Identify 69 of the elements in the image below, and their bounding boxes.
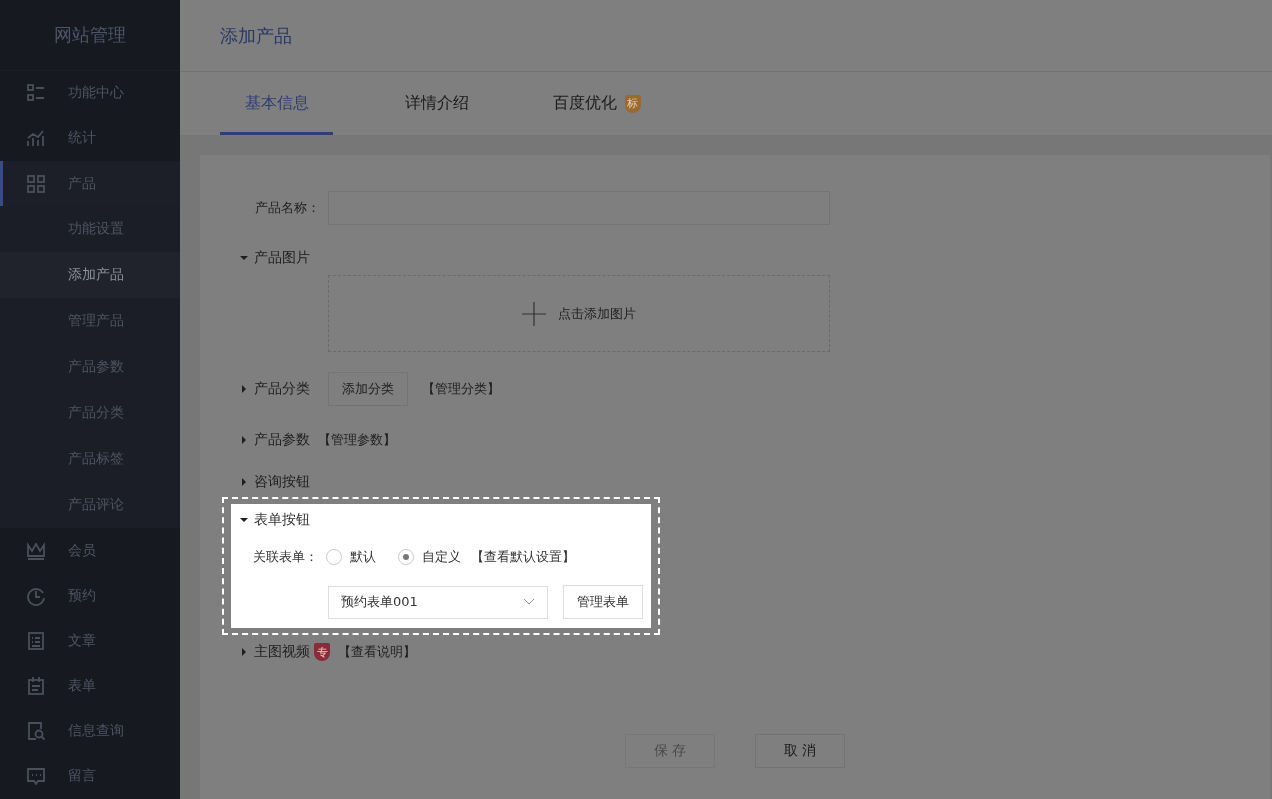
sidebar-item-label: 预约 — [68, 586, 96, 605]
submenu-item[interactable]: 产品分类 — [0, 390, 180, 437]
sidebar-item[interactable]: 表单 — [0, 663, 180, 709]
sidebar-item[interactable]: 信息查询 — [0, 708, 180, 754]
radio-label: 自定义 — [422, 548, 461, 566]
form-select[interactable]: 预约表单001 — [328, 585, 548, 619]
clock-icon — [26, 585, 46, 606]
caret-right-icon[interactable] — [240, 385, 248, 393]
manage-form-button[interactable]: 管理表单 — [563, 585, 643, 619]
sidebar-item-label: 信息查询 — [68, 722, 124, 741]
chart-icon — [26, 128, 46, 149]
submenu-item[interactable]: 产品评论 — [0, 482, 180, 529]
tab-label: 百度优化 — [552, 93, 617, 114]
sidebar-item[interactable]: 预约 — [0, 573, 180, 619]
grid-icon — [26, 173, 46, 194]
caret-right-icon[interactable] — [240, 478, 248, 486]
section-title: 表单按钮 — [254, 511, 310, 529]
sidebar-item[interactable]: 会员 — [0, 528, 180, 574]
sidebar-item-label: 会员 — [68, 541, 96, 560]
caret-down-icon[interactable] — [240, 516, 248, 524]
page-title: 添加产品 — [220, 23, 292, 48]
tab[interactable]: 百度优化 标 — [540, 72, 653, 135]
section-title: 咨询按钮 — [254, 473, 310, 491]
badge: 专 — [314, 643, 330, 661]
field-label: 关联表单： — [253, 548, 318, 566]
section-title: 产品分类 — [254, 380, 310, 398]
submenu-item[interactable]: 产品标签 — [0, 436, 180, 483]
add-category-button[interactable]: 添加分类 — [328, 372, 408, 406]
sidebar-item[interactable]: 统计 — [0, 115, 180, 161]
message-icon — [26, 766, 46, 787]
search-document-icon — [26, 721, 46, 742]
submenu-item[interactable]: 添加产品 — [0, 252, 180, 299]
chevron-down-icon — [523, 598, 535, 606]
help-link[interactable]: 【查看说明】 — [338, 643, 416, 661]
submenu-item[interactable]: 产品参数 — [0, 344, 180, 391]
caret-right-icon[interactable] — [240, 648, 248, 656]
manage-link[interactable]: 【管理分类】 — [422, 380, 500, 398]
sidebar-item-label: 统计 — [68, 129, 96, 148]
help-link[interactable]: 【管理参数】 — [318, 431, 396, 449]
radio-label: 默认 — [350, 548, 376, 566]
sidebar-item-label: 产品 — [68, 174, 96, 193]
submenu-item[interactable]: 功能设置 — [0, 206, 180, 253]
plus-icon — [522, 301, 546, 326]
sidebar-item-label: 表单 — [68, 677, 96, 696]
view-settings-link[interactable]: 【查看默认设置】 — [471, 548, 575, 566]
sidebar-item[interactable]: 功能中心 — [0, 70, 180, 116]
tab[interactable]: 详情介绍 — [380, 72, 493, 135]
field-label: 产品名称： — [254, 199, 320, 217]
caret-right-icon[interactable] — [240, 436, 248, 444]
sidebar-item-label: 功能中心 — [68, 84, 124, 103]
upload-label: 点击添加图片 — [558, 304, 636, 323]
sidebar-item[interactable]: 留言 — [0, 753, 180, 799]
section-title: 产品参数 — [254, 431, 310, 449]
tab[interactable]: 基本信息 — [220, 72, 333, 135]
sidebar-item-label: 文章 — [68, 631, 96, 650]
clipboard-icon — [26, 676, 46, 697]
section-title: 主图视频 — [254, 643, 310, 661]
crown-icon — [26, 540, 46, 561]
image-upload-area[interactable]: 点击添加图片 — [328, 275, 830, 352]
sidebar-item[interactable]: 文章 — [0, 618, 180, 664]
tab-label: 基本信息 — [244, 93, 309, 114]
sidebar-item[interactable]: 产品 — [0, 160, 180, 207]
list-icon — [26, 83, 46, 104]
section-title: 产品图片 — [254, 249, 310, 267]
cancel-button[interactable]: 取 消 — [755, 734, 845, 768]
badge: 标 — [624, 94, 641, 113]
sidebar-item-label: 留言 — [68, 767, 96, 786]
tab-label: 详情介绍 — [404, 93, 469, 114]
document-icon — [26, 630, 46, 651]
